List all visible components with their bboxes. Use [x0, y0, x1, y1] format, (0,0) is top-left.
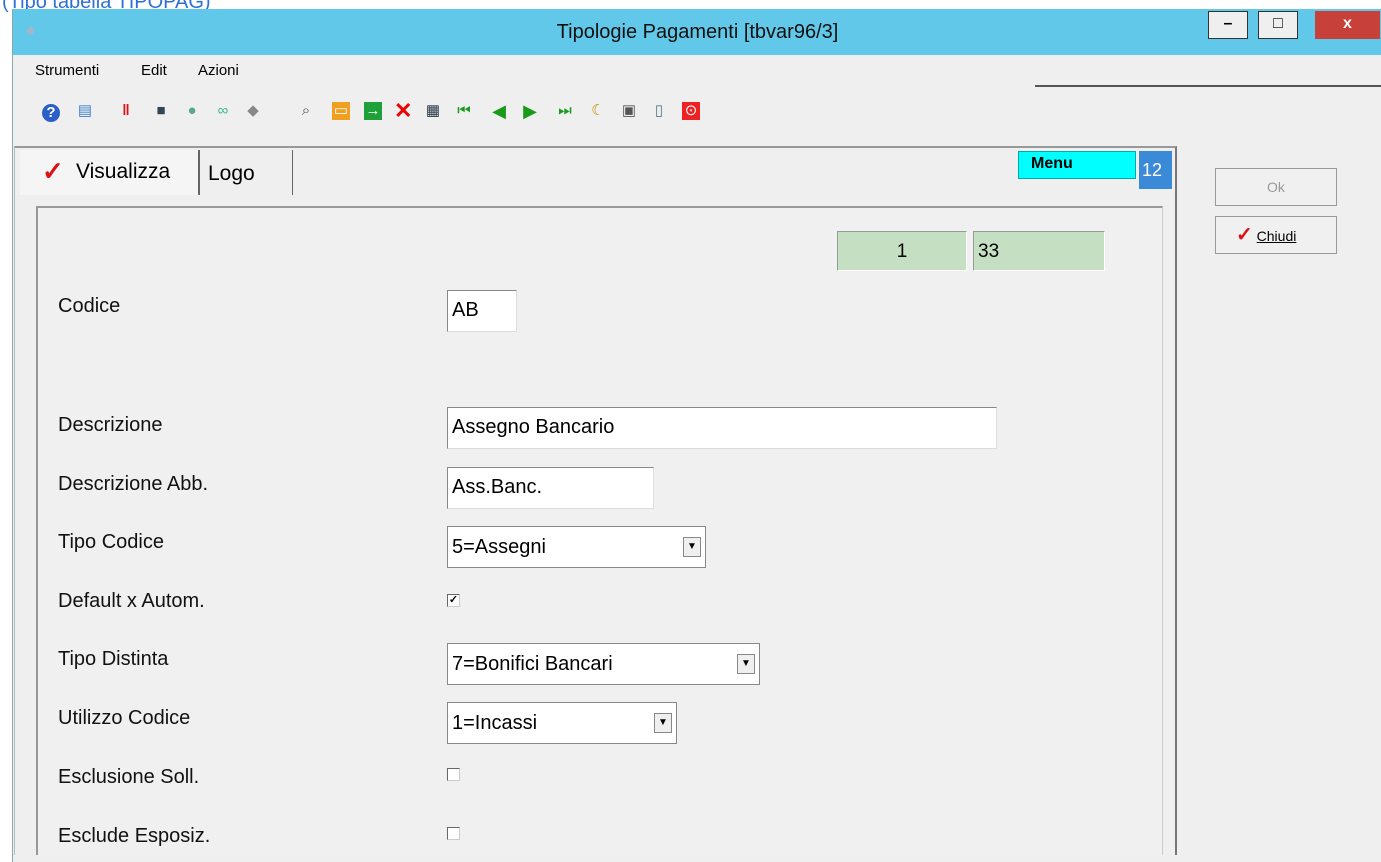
diamond-icon[interactable]: ◆	[244, 102, 262, 120]
record-current: 1	[837, 231, 967, 271]
menu-azioni[interactable]: Azioni	[198, 62, 239, 79]
export-icon[interactable]: →	[364, 102, 382, 120]
folder-icon[interactable]: ▭	[332, 102, 350, 120]
menu-badge[interactable]: Menu	[1018, 151, 1136, 179]
window-title: Tipologie Pagamenti [tbvar96/3]	[556, 21, 839, 43]
stop-icon[interactable]: ⊙	[682, 102, 700, 120]
default-autom-label: Default x Autom.	[58, 590, 205, 612]
ok-button[interactable]: Ok	[1215, 168, 1337, 206]
close-button[interactable]: x	[1315, 11, 1380, 39]
descrizione-field[interactable]: Assegno Bancario	[447, 407, 997, 449]
maximize-button[interactable]: □	[1258, 11, 1298, 39]
tipo-distinta-value: 7=Bonifici Bancari	[452, 653, 613, 675]
menu-strumenti[interactable]: Strumenti	[35, 62, 99, 79]
menu-separator	[1035, 85, 1381, 87]
menu-edit[interactable]: Edit	[141, 62, 167, 79]
check-icon: ✓	[42, 156, 64, 186]
chevron-down-icon[interactable]: ▼	[654, 713, 672, 733]
comment-icon[interactable]: ▤	[76, 102, 94, 120]
document-icon[interactable]: ▯	[650, 102, 668, 120]
first-record-icon[interactable]: ⏮	[455, 102, 473, 120]
utilizzo-codice-value: 1=Incassi	[452, 712, 538, 734]
codice-field[interactable]: AB	[447, 290, 517, 332]
pause-icon[interactable]: ‖	[117, 102, 135, 120]
esclusione-soll-label: Esclusione Soll.	[58, 766, 200, 788]
esclusione-soll-checkbox[interactable]	[447, 768, 460, 781]
help-icon[interactable]: ?	[42, 104, 60, 122]
descrizione-abb-field[interactable]: Ass.Banc.	[447, 467, 654, 509]
esclude-esposiz-label: Esclude Esposiz.	[58, 825, 211, 847]
calculator-icon[interactable]: ▦	[424, 102, 442, 120]
check-icon: ✓	[1236, 224, 1253, 246]
title-bar[interactable]: ◆ Tipologie Pagamenti [tbvar96/3] – □ x	[13, 9, 1381, 55]
tab-visualizza-label: Visualizza	[76, 160, 171, 183]
descrizione-abb-label: Descrizione Abb.	[58, 473, 209, 495]
codice-label: Codice	[58, 295, 121, 317]
link-icon[interactable]: ∞	[214, 102, 232, 120]
book-icon[interactable]: ☾	[589, 102, 607, 120]
tab-logo[interactable]: Logo	[200, 150, 293, 195]
palette-icon[interactable]: ●	[183, 102, 201, 120]
search-icon[interactable]: ⌕	[297, 102, 315, 120]
tab-visualizza[interactable]: ✓ Visualizza	[20, 150, 200, 195]
utilizzo-codice-label: Utilizzo Codice	[58, 707, 191, 729]
monitor-icon[interactable]: ■	[152, 102, 170, 120]
utilizzo-codice-select[interactable]: 1=Incassi ▼	[447, 702, 677, 744]
record-total: 33	[973, 231, 1105, 271]
default-autom-checkbox[interactable]: ✓	[447, 594, 460, 607]
tipo-codice-label: Tipo Codice	[58, 531, 164, 553]
tipo-distinta-select[interactable]: 7=Bonifici Bancari ▼	[447, 643, 760, 685]
chevron-down-icon[interactable]: ▼	[683, 537, 701, 557]
chevron-down-icon[interactable]: ▼	[737, 654, 755, 674]
tab-logo-label: Logo	[208, 162, 255, 185]
descrizione-label: Descrizione	[58, 414, 163, 436]
minimize-button[interactable]: –	[1208, 11, 1248, 39]
next-record-icon[interactable]: ▶	[521, 102, 539, 120]
tipo-codice-select[interactable]: 5=Assegni ▼	[447, 526, 706, 568]
tipo-distinta-label: Tipo Distinta	[58, 648, 169, 670]
last-record-icon[interactable]: ⏭	[556, 102, 574, 120]
chiudi-button[interactable]: ✓ Chiudi	[1215, 216, 1337, 254]
print-icon[interactable]: ▣	[620, 102, 638, 120]
delete-icon[interactable]: ✕	[394, 100, 412, 122]
chiudi-label: Chiudi	[1256, 228, 1297, 244]
tipo-codice-value: 5=Assegni	[452, 536, 546, 558]
previous-record-icon[interactable]: ◀	[490, 102, 508, 120]
num-badge: 12	[1139, 151, 1172, 189]
menu-bar: Strumenti Edit Azioni	[13, 56, 1381, 86]
esclude-esposiz-checkbox[interactable]	[447, 827, 460, 840]
